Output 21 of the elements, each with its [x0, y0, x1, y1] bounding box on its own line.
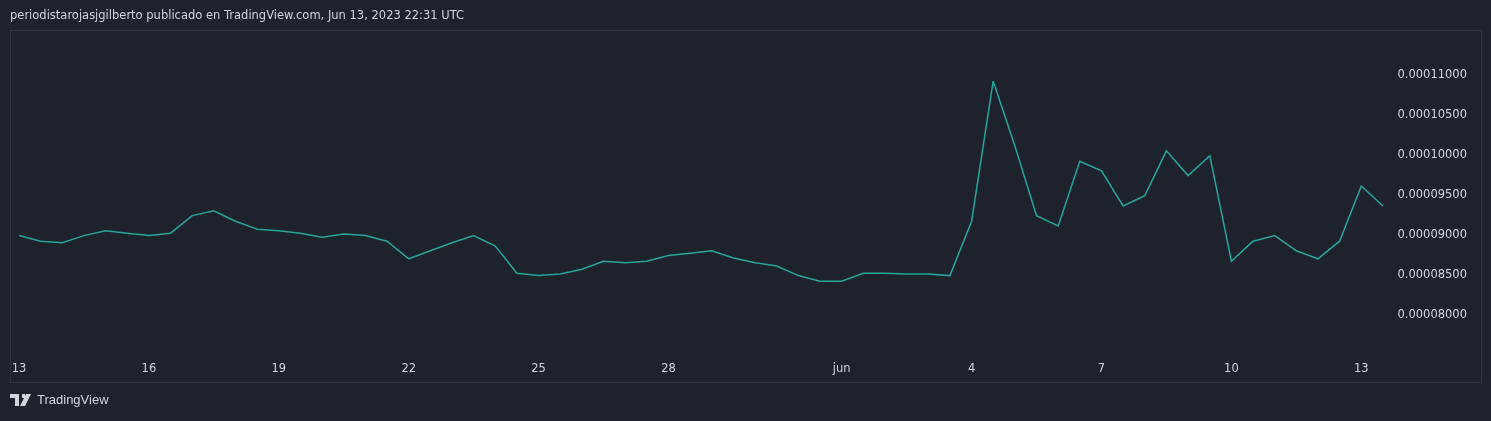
date-label: 16 — [141, 361, 157, 375]
date-label: 13 — [1354, 361, 1369, 375]
date-label: 4 — [967, 361, 976, 375]
price-label: 0.00010000 — [1397, 147, 1467, 161]
date-label: 19 — [271, 361, 287, 375]
date-label: 13 — [11, 361, 27, 375]
price-label: 0.00008500 — [1397, 267, 1467, 281]
price-label: 0.00010500 — [1397, 107, 1467, 121]
date-label: 28 — [661, 361, 676, 375]
date-label: 22 — [401, 361, 416, 375]
price-label: 0.00011000 — [1397, 67, 1467, 81]
publish-caption: periodistarojasjgilberto publicado en TradingView.com, Jun 13, 2023 22:31 UTC — [10, 8, 465, 22]
date-label: 10 — [1224, 361, 1239, 375]
logo-icon — [10, 393, 32, 406]
date-label: 7 — [1097, 361, 1106, 375]
brand-name: TradingView — [37, 392, 109, 407]
price-label: 0.00009000 — [1397, 227, 1467, 241]
date-label: 25 — [531, 361, 546, 375]
date-label: jun — [832, 361, 851, 375]
price-label: 0.00009500 — [1397, 187, 1467, 201]
price-label: 0.00008000 — [1397, 307, 1467, 321]
